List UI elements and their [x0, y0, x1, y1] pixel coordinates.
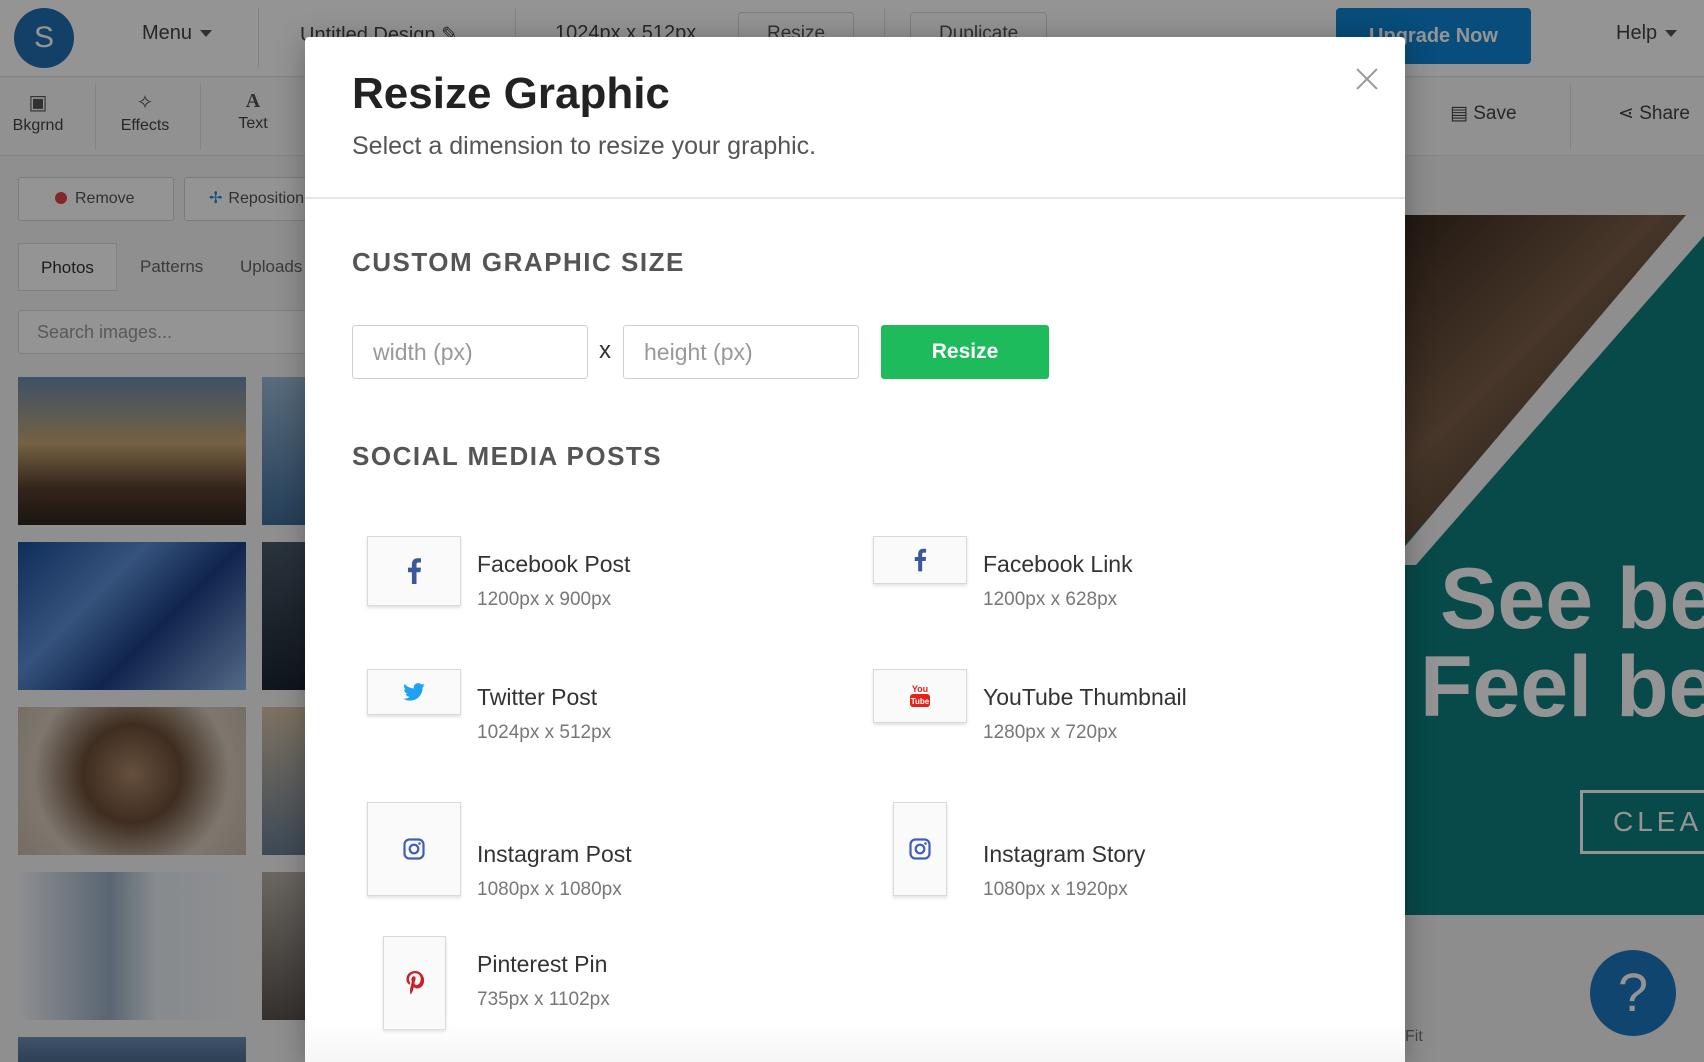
preset-thumbnail — [893, 802, 947, 896]
resize-button[interactable]: Resize — [881, 325, 1049, 379]
preset-pinterest-pin[interactable]: Pinterest Pin 735px x 1102px — [367, 936, 837, 1047]
preset-size: 1080px x 1080px — [477, 879, 622, 900]
preset-instagram-story[interactable]: Instagram Story 1080px x 1920px — [873, 802, 1343, 913]
preset-name: Pinterest Pin — [477, 951, 608, 977]
custom-size-heading: CUSTOM GRAPHIC SIZE — [352, 247, 685, 277]
preset-thumbnail: You Tube — [873, 669, 967, 723]
preset-thumbnail — [367, 536, 461, 606]
preset-size: 1280px x 720px — [983, 722, 1118, 743]
preset-thumbnail — [367, 669, 461, 715]
close-icon[interactable] — [1347, 59, 1387, 99]
preset-name: Twitter Post — [477, 684, 598, 710]
resize-graphic-modal: Resize Graphic Select a dimension to res… — [305, 37, 1405, 1062]
pinterest-icon — [405, 971, 424, 995]
preset-name: Instagram Story — [983, 841, 1146, 867]
preset-youtube-thumbnail[interactable]: You Tube YouTube Thumbnail 1280px x 720p… — [873, 669, 1343, 779]
preset-thumbnail — [383, 936, 446, 1030]
instagram-icon — [909, 838, 931, 860]
modal-title: Resize Graphic — [352, 69, 670, 118]
svg-text:Tube: Tube — [911, 697, 930, 706]
youtube-icon: You Tube — [910, 684, 930, 707]
preset-facebook-link[interactable]: Facebook Link 1200px x 628px — [873, 536, 1343, 646]
modal-subtitle: Select a dimension to resize your graphi… — [352, 132, 817, 160]
preset-size: 1024px x 512px — [477, 722, 612, 743]
preset-twitter-post[interactable]: Twitter Post 1024px x 512px — [367, 669, 837, 779]
preset-facebook-post[interactable]: Facebook Post 1200px x 900px — [367, 536, 837, 646]
twitter-icon — [403, 683, 425, 701]
preset-thumbnail — [873, 536, 967, 584]
facebook-icon — [914, 548, 927, 572]
facebook-icon — [408, 558, 421, 584]
width-input[interactable] — [352, 325, 588, 379]
preset-name: Facebook Post — [477, 551, 631, 577]
preset-size: 735px x 1102px — [477, 989, 610, 1010]
instagram-icon — [403, 838, 425, 860]
social-media-heading: SOCIAL MEDIA POSTS — [352, 441, 663, 471]
preset-size: 1200px x 900px — [477, 589, 612, 610]
preset-name: Instagram Post — [477, 841, 632, 867]
preset-instagram-post[interactable]: Instagram Post 1080px x 1080px — [367, 802, 837, 913]
preset-name: Facebook Link — [983, 551, 1133, 577]
preset-size: 1200px x 628px — [983, 589, 1118, 610]
times-symbol: x — [599, 337, 611, 364]
preset-size: 1080px x 1920px — [983, 879, 1128, 900]
preset-thumbnail — [367, 802, 461, 896]
height-input[interactable] — [623, 325, 859, 379]
modal-header: Resize Graphic Select a dimension to res… — [305, 37, 1405, 199]
svg-text:You: You — [912, 684, 928, 694]
preset-name: YouTube Thumbnail — [983, 684, 1187, 710]
